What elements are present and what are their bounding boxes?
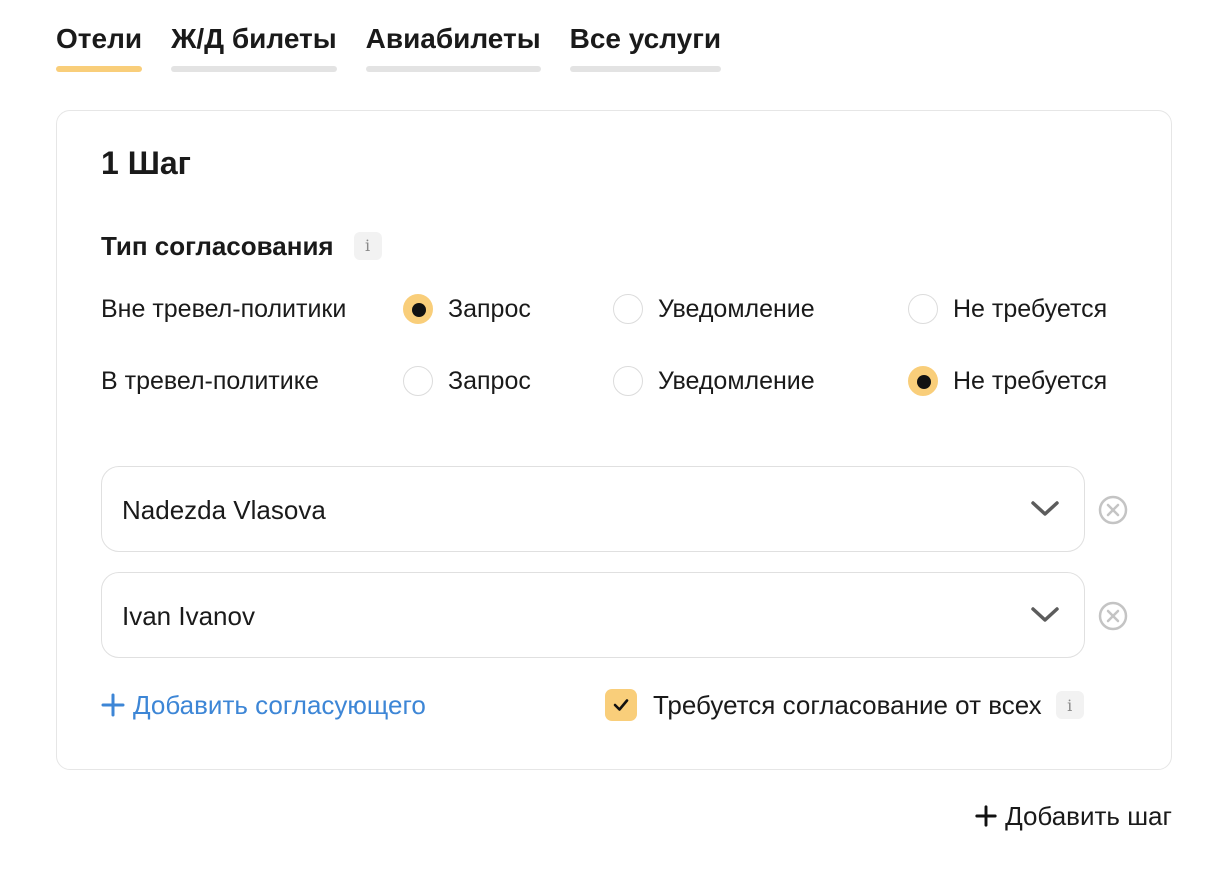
plus-icon <box>975 805 997 827</box>
radio-row-outside-policy: Вне тревел-политики Запрос Уведомление Н… <box>101 289 1141 329</box>
tab-hotels-indicator <box>56 66 143 72</box>
checkmark-icon <box>613 699 629 711</box>
radio-inside-notification[interactable]: Уведомление <box>613 361 815 401</box>
step-title: 1 Шаг <box>101 145 191 181</box>
radio-inside-request-label: Запрос <box>448 367 531 395</box>
approver-select-2[interactable]: Ivan Ivanov <box>101 572 1085 658</box>
tab-all-services-indicator <box>569 66 722 72</box>
chevron-down-icon <box>1031 607 1059 622</box>
tab-hotels[interactable]: Отели <box>56 18 143 72</box>
require-all-label: Требуется согласование от всех <box>653 690 1042 720</box>
approver-select-1[interactable]: Nadezda Vlasova <box>101 466 1085 552</box>
tab-train-tickets-indicator <box>171 66 337 72</box>
approval-type-title: Тип согласования <box>101 231 334 261</box>
radio-inside-request-control[interactable] <box>403 366 433 396</box>
plus-icon <box>101 693 125 717</box>
radio-outside-notification-label: Уведомление <box>658 295 815 323</box>
service-tabs: Отели Ж/Д билеты Авиабилеты Все услуги <box>56 18 722 72</box>
tab-hotels-label: Отели <box>56 23 143 54</box>
radio-inside-not-required[interactable]: Не требуется <box>908 361 1107 401</box>
radio-outside-not-required-control[interactable] <box>908 294 938 324</box>
require-all-info-icon[interactable]: i <box>1055 691 1084 719</box>
tab-air-tickets[interactable]: Авиабилеты <box>365 18 541 72</box>
radio-outside-not-required[interactable]: Не требуется <box>908 289 1107 329</box>
approver-select-2-value: Ivan Ivanov <box>122 601 255 631</box>
row-label-inside-policy: В тревел-политике <box>101 367 319 395</box>
radio-inside-notification-label: Уведомление <box>658 367 815 395</box>
radio-outside-not-required-label: Не требуется <box>953 295 1108 323</box>
approval-type-info-icon[interactable]: i <box>353 232 382 260</box>
radio-inside-not-required-label: Не требуется <box>953 367 1108 395</box>
radio-inside-not-required-control[interactable] <box>908 366 938 396</box>
radio-outside-request-control[interactable] <box>403 294 433 324</box>
step-card: 1 Шаг Тип согласования i Вне тревел-поли… <box>56 110 1172 770</box>
radio-outside-notification-control[interactable] <box>613 294 643 324</box>
radio-row-inside-policy: В тревел-политике Запрос Уведомление Не … <box>101 361 1141 401</box>
row-label-outside-policy: Вне тревел-политики <box>101 295 347 323</box>
require-all-checkbox[interactable] <box>605 689 637 721</box>
chevron-down-icon <box>1031 501 1059 516</box>
tab-train-tickets-label: Ж/Д билеты <box>171 23 337 54</box>
approval-type-heading: Тип согласования i <box>101 229 382 263</box>
require-all-approval: Требуется согласование от всех i <box>605 687 1084 723</box>
add-approver-label: Добавить согласующего <box>133 690 426 720</box>
add-step-label: Добавить шаг <box>1005 801 1172 831</box>
remove-approver-1-icon[interactable] <box>1097 494 1129 526</box>
radio-inside-notification-control[interactable] <box>613 366 643 396</box>
tab-train-tickets[interactable]: Ж/Д билеты <box>171 18 337 72</box>
tab-all-services[interactable]: Все услуги <box>569 18 722 72</box>
radio-outside-notification[interactable]: Уведомление <box>613 289 815 329</box>
approver-select-1-value: Nadezda Vlasova <box>122 495 326 525</box>
radio-outside-request[interactable]: Запрос <box>403 289 531 329</box>
radio-inside-request[interactable]: Запрос <box>403 361 531 401</box>
tab-air-tickets-indicator <box>365 66 541 72</box>
tab-air-tickets-label: Авиабилеты <box>365 23 541 54</box>
remove-approver-2-icon[interactable] <box>1097 600 1129 632</box>
radio-outside-request-label: Запрос <box>448 295 531 323</box>
tab-all-services-label: Все услуги <box>569 23 722 54</box>
add-approver-button[interactable]: Добавить согласующего <box>101 687 426 723</box>
add-step-button[interactable]: Добавить шаг <box>975 798 1172 834</box>
